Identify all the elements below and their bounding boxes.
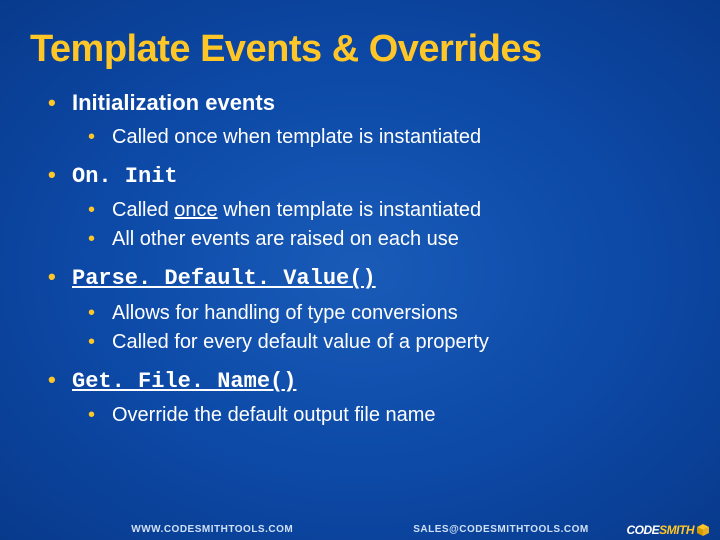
sub-item: All other events are raised on each use (88, 226, 690, 253)
bullet-item: Parse. Default. Value() Allows for handli… (48, 263, 690, 356)
sub-item: Allows for handling of type conversions (88, 300, 690, 327)
cube-icon (696, 523, 710, 537)
footer-url: WWW.CODESMITHTOOLS.COM (131, 524, 293, 535)
logo-text: CODESMITH (626, 523, 694, 537)
sub-item: Called for every default value of a prop… (88, 329, 690, 356)
footer: WWW.CODESMITHTOOLS.COM SALES@CODESMITHTO… (0, 518, 720, 540)
logo: CODESMITH (626, 523, 710, 537)
underlined-word: once (174, 199, 217, 221)
bullet-label: On. Init (72, 164, 178, 189)
sub-list: Called once when template is instantiate… (88, 124, 690, 151)
bullet-label: Get. File. Name() (72, 369, 296, 394)
bullet-label: Initialization events (72, 90, 275, 115)
slide: Template Events & Overrides Initializati… (0, 0, 720, 540)
sub-list: Called once when template is instantiate… (88, 197, 690, 253)
sub-item: Called once when template is instantiate… (88, 124, 690, 151)
logo-prefix: CODE (626, 523, 659, 537)
logo-suffix: SMITH (659, 523, 694, 537)
sub-list: Allows for handling of type conversionsC… (88, 300, 690, 356)
slide-title: Template Events & Overrides (30, 28, 690, 71)
footer-email: SALES@CODESMITHTOOLS.COM (413, 524, 588, 535)
bullet-item: Initialization events Called once when te… (48, 89, 690, 151)
sub-list: Override the default output file name (88, 402, 690, 429)
bullet-item: Get. File. Name() Override the default ou… (48, 366, 690, 430)
bullet-item: On. Init Called once when template is ins… (48, 161, 690, 254)
bullet-list: Initialization events Called once when te… (48, 89, 690, 429)
bullet-label: Parse. Default. Value() (72, 266, 376, 291)
sub-item: Called once when template is instantiate… (88, 197, 690, 224)
sub-item: Override the default output file name (88, 402, 690, 429)
